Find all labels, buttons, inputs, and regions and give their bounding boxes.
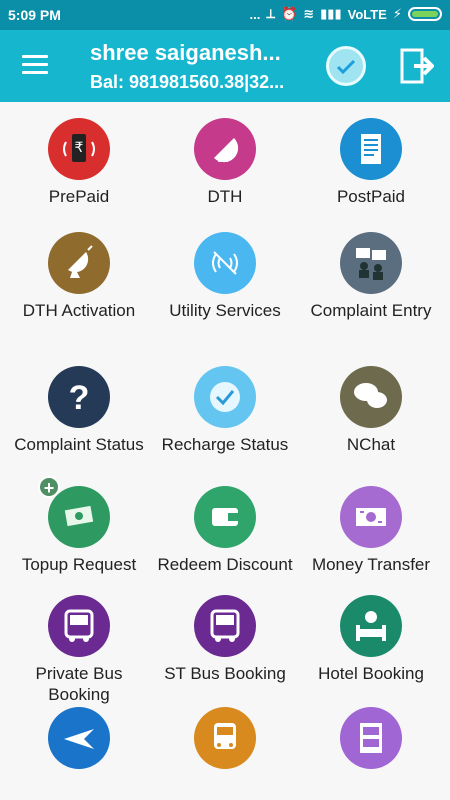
tile-label: Recharge Status <box>161 435 289 454</box>
bill-icon <box>340 118 402 180</box>
tile-recharge-status[interactable]: Recharge Status <box>150 366 300 455</box>
tile-label: Money Transfer <box>311 555 431 574</box>
status-icons: ... ⟂ ⏰ ≋ ▮▮▮ VoLTE ⚡ <box>250 6 442 22</box>
logout-icon[interactable] <box>398 46 435 86</box>
vibrate-off-icon: ⟂ <box>266 6 276 21</box>
hotel-bed-icon <box>340 595 402 657</box>
svg-text:?: ? <box>69 379 90 417</box>
satellite-dish-icon <box>194 118 256 180</box>
status-time: 5:09 PM <box>8 7 61 23</box>
tile-label: ST Bus Booking <box>164 664 286 683</box>
hamburger-menu-icon[interactable] <box>22 55 48 75</box>
tile-hotel-booking[interactable]: Hotel Booking <box>296 595 446 684</box>
tile-complaint-status[interactable]: ? Complaint Status <box>4 366 154 455</box>
tile-label: Redeem Discount <box>157 555 293 574</box>
dish-antenna-icon <box>48 232 110 294</box>
tile-redeem-discount[interactable]: Redeem Discount <box>150 486 300 575</box>
status-bar: 5:09 PM ... ⟂ ⏰ ≋ ▮▮▮ VoLTE ⚡ <box>0 0 450 30</box>
tile-money-transfer[interactable]: Money Transfer <box>296 486 446 575</box>
signal-off-icon <box>194 232 256 294</box>
tile-dth-activation[interactable]: DTH Activation <box>4 232 154 321</box>
wallet-icon <box>194 486 256 548</box>
bus-icon <box>194 595 256 657</box>
tile-flight[interactable] <box>4 707 154 775</box>
alarm-icon: ⏰ <box>281 6 298 21</box>
more-dots-icon: ... <box>249 6 261 22</box>
battery-icon <box>408 7 442 21</box>
signal-icon: ▮▮▮ <box>320 6 342 21</box>
header-balance: Bal: 981981560.38|32... <box>90 72 285 92</box>
bus-icon <box>48 595 110 657</box>
checkmark-icon <box>194 366 256 428</box>
tile-dth[interactable]: DTH <box>150 118 300 207</box>
header-title: shree saiganesh... <box>90 40 281 65</box>
svg-text:₹: ₹ <box>75 139 84 155</box>
question-mark-icon: ? <box>48 366 110 428</box>
tile-topup-request[interactable]: + Topup Request <box>4 476 154 575</box>
tile-label: Topup Request <box>21 555 137 574</box>
tile-nchat[interactable]: NChat <box>296 366 446 455</box>
tile-utility-services[interactable]: Utility Services <box>150 232 300 321</box>
charging-icon: ⚡ <box>392 6 402 21</box>
protest-sign-icon <box>340 232 402 294</box>
tile-label: Private Bus Booking <box>35 664 123 704</box>
tile-complaint-entry[interactable]: Complaint Entry <box>296 232 446 321</box>
verified-check-icon[interactable] <box>326 46 366 86</box>
tile-label: DTH Activation <box>22 301 136 320</box>
tile-train[interactable] <box>150 707 300 775</box>
tile-label: PrePaid <box>48 187 110 206</box>
service-grid: ₹ PrePaid DTH PostPaid DTH Activation Ut… <box>0 102 450 800</box>
tile-private-bus[interactable]: Private Bus Booking <box>4 595 154 705</box>
tile-st-bus[interactable]: ST Bus Booking <box>150 595 300 684</box>
plus-badge-icon: + <box>38 476 60 498</box>
tile-label: Complaint Status <box>14 435 144 454</box>
tile-label: Hotel Booking <box>318 664 424 683</box>
prepaid-icon: ₹ <box>48 118 110 180</box>
chat-bubbles-icon <box>340 366 402 428</box>
tile-label: NChat <box>346 435 396 454</box>
tile-label: PostPaid <box>336 187 406 206</box>
tile-prepaid[interactable]: ₹ PrePaid <box>4 118 154 207</box>
app-header: shree saiganesh... Bal: 981981560.38|32.… <box>0 30 450 102</box>
tile-label: DTH <box>207 187 243 206</box>
tile-label: Complaint Entry <box>310 301 432 320</box>
wifi-icon: ≋ <box>303 6 315 21</box>
train-icon <box>194 707 256 769</box>
tile-movie[interactable] <box>296 707 446 775</box>
tile-postpaid[interactable]: PostPaid <box>296 118 446 207</box>
film-strip-icon <box>340 707 402 769</box>
airplane-icon <box>48 707 110 769</box>
cash-stack-icon: + <box>38 476 110 548</box>
money-transfer-icon <box>340 486 402 548</box>
network-type: VoLTE <box>347 6 387 22</box>
tile-label: Utility Services <box>169 301 281 320</box>
